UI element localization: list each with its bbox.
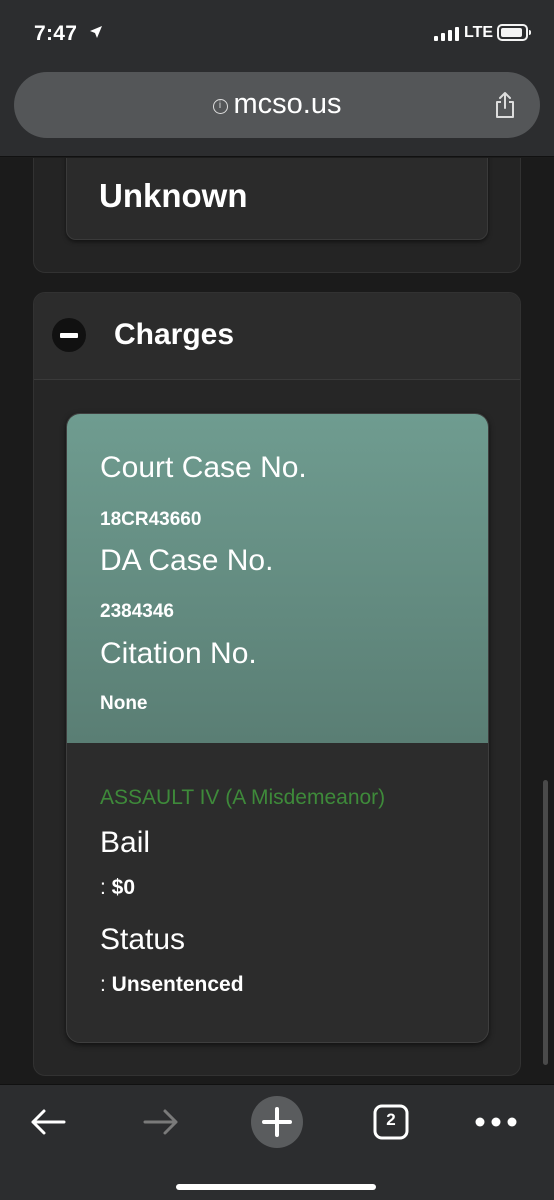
address-bar[interactable]: i mcso.us [14,72,540,138]
bail-label: Bail [100,826,151,859]
battery-icon [497,24,531,41]
da-case-label: DA Case No. [100,544,274,577]
status-label: Status [100,923,186,956]
forward-button[interactable] [139,1096,183,1148]
url-text: mcso.us [233,88,342,120]
charges-header[interactable]: Charges [34,293,520,380]
home-indicator [176,1184,376,1190]
offense-text: ASSAULT IV (A Misdemeanor) [100,786,386,809]
location-arrow-icon [90,26,102,38]
share-icon[interactable] [494,91,516,119]
charge-card: Court Case No. 18CR43660 DA Case No. 238… [66,413,489,1043]
citation-label: Citation No. [100,637,257,670]
scrollbar[interactable] [543,780,548,1065]
new-tab-icon [251,1096,303,1148]
collapse-icon[interactable] [52,318,86,352]
status-bar: 7:47 LTE [0,0,554,66]
citation-value: None [100,693,148,714]
back-icon [31,1109,66,1135]
status-time: 7:47 [34,22,78,45]
bail-value: : $0 [100,876,136,899]
da-case-value: 2384346 [100,601,174,622]
signal-icon [434,27,459,41]
browser-chrome-top: 7:47 LTE i mcso.us [0,0,554,157]
forward-icon [143,1109,178,1135]
tabs-button[interactable]: 2 [370,1096,412,1148]
browser-toolbar: 2 [0,1084,554,1200]
more-button[interactable] [474,1096,518,1148]
court-case-label: Court Case No. [100,451,307,484]
back-button[interactable] [26,1096,70,1148]
network-label: LTE [464,24,494,41]
page-content: Unknown Charges Court Case No. 18CR43660… [0,158,554,1084]
tab-count: 2 [386,1110,396,1129]
charges-title: Charges [114,318,235,351]
more-icon [475,1117,517,1127]
previous-section-value: Unknown [99,177,248,214]
charges-section: Charges Court Case No. 18CR43660 DA Case… [33,292,521,1076]
court-case-value: 18CR43660 [100,509,202,530]
info-icon[interactable]: i [212,99,228,114]
new-tab-button[interactable] [250,1096,304,1148]
status-value: : Unsentenced [100,973,244,996]
